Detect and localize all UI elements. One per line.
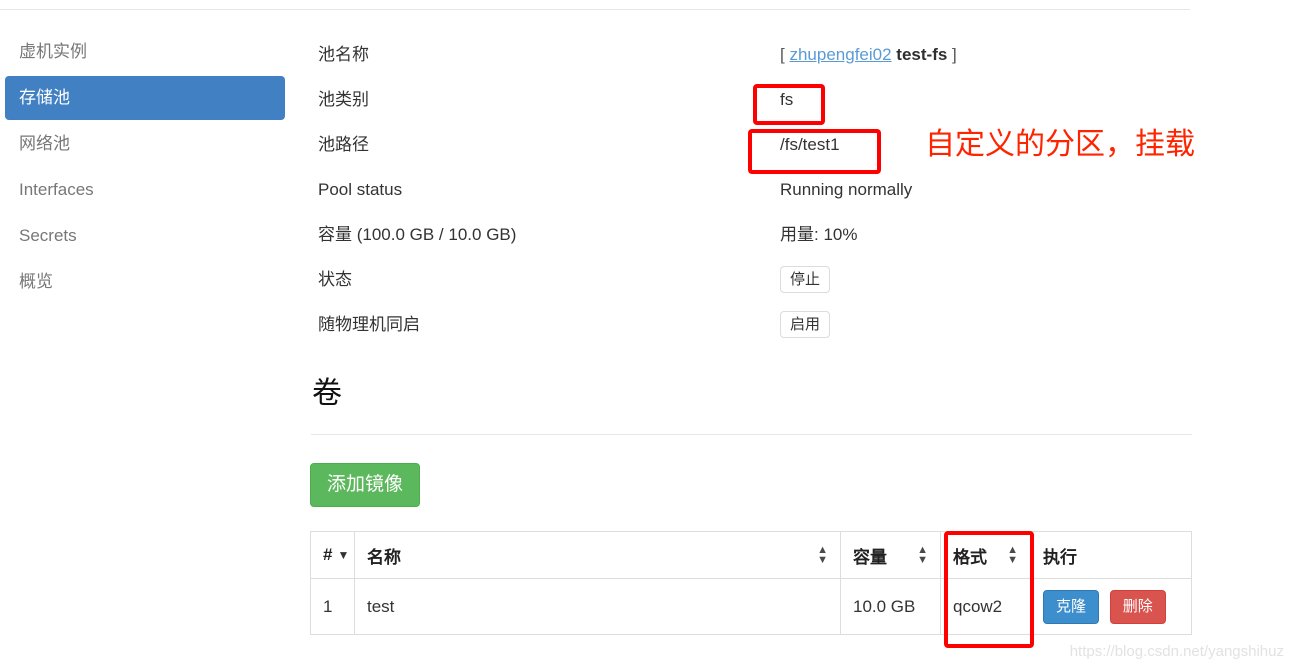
capacity-usage-value: 用量: 10% <box>780 224 858 244</box>
sidebar-item-secrets[interactable]: Secrets <box>5 214 285 258</box>
annotation-note-text: 自定义的分区，挂载 <box>925 128 1195 161</box>
pool-name-value: [ zhupengfei02 test-fs ] <box>780 44 1193 66</box>
storage-pool-detail-page: 虚机实例 存储池 网络池 Interfaces Secrets 概览 池名称 [… <box>0 0 1292 666</box>
pool-type-label: 池类别 <box>318 89 369 109</box>
clone-button[interactable]: 克隆 <box>1043 589 1100 624</box>
sidebar-item-instances[interactable]: 虚机实例 <box>5 30 285 74</box>
autostart-label: 随物理机同启 <box>318 314 420 334</box>
cell-number: 1 <box>310 578 355 635</box>
bracket-open: [ <box>780 44 785 64</box>
detail-row-pool-name: 池名称 [ zhupengfei02 test-fs ] <box>318 32 1193 77</box>
pool-type-value: fs <box>780 89 794 109</box>
add-image-button[interactable]: 添加镜像 <box>310 463 421 507</box>
volumes-table: # ▼ 名称 容量 <box>310 531 1192 635</box>
detail-row-autostart: 随物理机同启 启用 <box>318 302 1193 347</box>
header-divider <box>0 9 1190 10</box>
pool-name-text: test-fs <box>896 44 948 64</box>
table-row: 1 test 10.0 GB qcow2 克隆 删除 <box>310 578 1192 635</box>
sort-both-icon <box>1007 545 1018 565</box>
sidebar-item-interfaces[interactable]: Interfaces <box>5 168 285 212</box>
volumes-divider <box>311 434 1192 435</box>
table-header-row: # ▼ 名称 容量 <box>310 531 1192 579</box>
cell-name: test <box>354 578 841 635</box>
column-header-name-label: 名称 <box>367 547 401 567</box>
detail-row-capacity: 容量 (100.0 GB / 10.0 GB) 用量: 10% <box>318 212 1193 257</box>
sort-both-icon <box>917 545 928 565</box>
sidebar-item-overview[interactable]: 概览 <box>5 260 285 304</box>
detail-row-pool-type: 池类别 fs <box>318 77 1193 122</box>
stop-button[interactable]: 停止 <box>780 266 831 293</box>
delete-button[interactable]: 删除 <box>1109 589 1166 624</box>
pool-status-label: Pool status <box>318 179 403 199</box>
column-header-capacity[interactable]: 容量 <box>840 531 941 579</box>
watermark: https://blog.csdn.net/yangshihuz <box>1069 643 1284 660</box>
pool-detail-list: 池名称 [ zhupengfei02 test-fs ] 池类别 fs 池路径 … <box>318 32 1193 347</box>
column-header-name[interactable]: 名称 <box>354 531 841 579</box>
bracket-close: ] <box>952 44 957 64</box>
sidebar-nav: 虚机实例 存储池 网络池 Interfaces Secrets 概览 <box>0 30 290 306</box>
state-value: 停止 <box>780 266 1193 293</box>
column-header-number[interactable]: # ▼ <box>310 531 355 579</box>
pool-owner-link[interactable]: zhupengfei02 <box>789 45 891 64</box>
column-header-format-label: 格式 <box>953 547 987 567</box>
volumes-table-wrap: # ▼ 名称 容量 <box>310 531 1192 635</box>
sort-both-icon <box>817 545 828 565</box>
detail-row-state: 状态 停止 <box>318 257 1193 302</box>
detail-row-pool-status: Pool status Running normally <box>318 167 1193 212</box>
capacity-label: 容量 (100.0 GB / 10.0 GB) <box>318 224 517 244</box>
pool-path-label: 池路径 <box>318 134 369 154</box>
column-header-format[interactable]: 格式 <box>940 531 1031 579</box>
sort-desc-icon: ▼ <box>337 548 350 562</box>
enable-autostart-button[interactable]: 启用 <box>780 311 831 338</box>
column-header-number-label: # <box>323 545 333 564</box>
cell-format: qcow2 <box>940 578 1031 635</box>
pool-name-label: 池名称 <box>318 44 369 64</box>
column-header-actions-label: 执行 <box>1043 547 1077 567</box>
sidebar-item-storage-pools[interactable]: 存储池 <box>5 76 285 120</box>
state-label: 状态 <box>318 269 352 289</box>
sidebar-item-network-pools[interactable]: 网络池 <box>5 122 285 166</box>
autostart-value: 启用 <box>780 311 1193 338</box>
column-header-capacity-label: 容量 <box>853 547 887 567</box>
cell-actions: 克隆 删除 <box>1030 578 1192 635</box>
volumes-title: 卷 <box>312 377 342 410</box>
pool-status-value: Running normally <box>780 179 913 199</box>
cell-capacity: 10.0 GB <box>840 578 941 635</box>
column-header-actions: 执行 <box>1030 531 1192 579</box>
